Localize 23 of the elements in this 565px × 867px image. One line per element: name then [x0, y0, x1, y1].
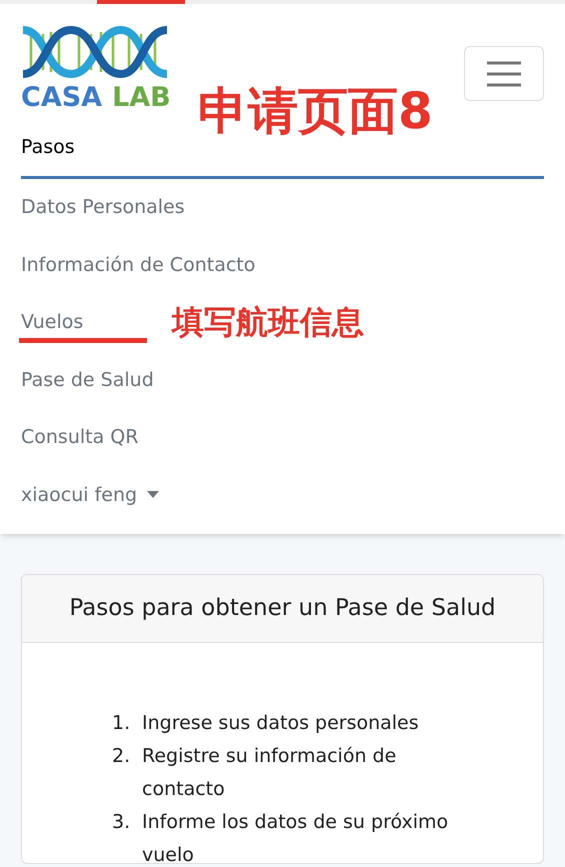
nav-link[interactable]: Datos Personales [21, 193, 185, 222]
nav-link[interactable]: Consulta QR [21, 423, 138, 452]
step-text: Ingrese sus datos personales [142, 711, 419, 736]
user-menu[interactable]: xiaocui feng [21, 480, 160, 509]
step-number: 3. [112, 810, 132, 835]
nav-link[interactable]: Vuelos [21, 308, 84, 336]
menu-button[interactable] [464, 46, 544, 101]
logo-text: LAB [112, 84, 171, 111]
step-text: Registre su información de contacto [142, 744, 398, 802]
logo[interactable]: CASA LAB [21, 26, 171, 111]
annotation-text: 申请页面8 [198, 86, 433, 136]
nav-heading: Pasos [21, 135, 76, 160]
card-title: Pasos para obtener un Pase de Salud [69, 594, 496, 624]
caret-icon [147, 491, 160, 498]
step-number: 2. [112, 744, 132, 769]
logo-text: CASA [21, 84, 102, 111]
dna-helix-icon [21, 26, 169, 80]
menu-icon [487, 60, 521, 86]
nav-link[interactable]: Pase de Salud [21, 366, 154, 394]
step-text: Informe los datos de su próximo vuelo [142, 810, 450, 863]
annotation-text: 填写航班信息 [172, 302, 364, 342]
nav-link[interactable]: Información de Contacto [21, 250, 256, 279]
step-number: 1. [112, 711, 132, 736]
